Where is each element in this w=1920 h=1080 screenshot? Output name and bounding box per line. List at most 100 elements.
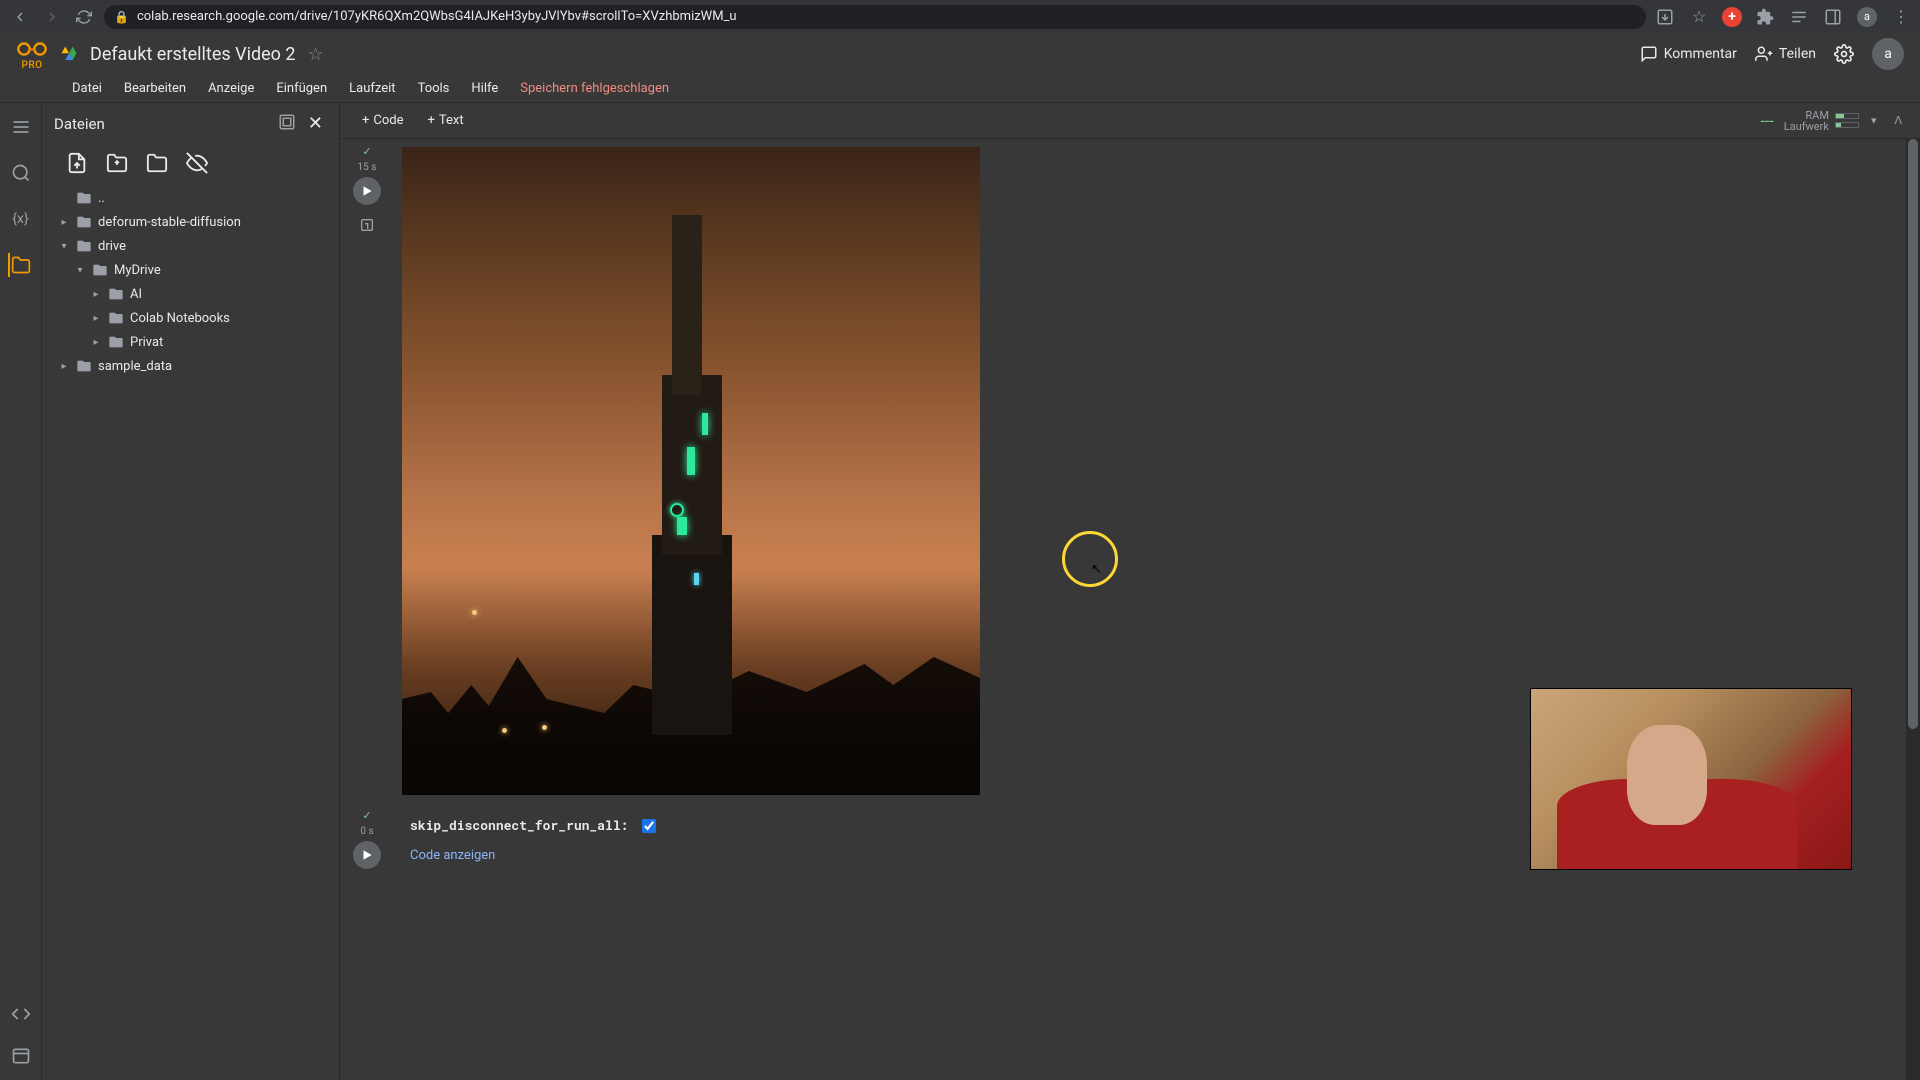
tree-row[interactable]: ..	[50, 186, 331, 210]
menu-tools[interactable]: Tools	[408, 77, 460, 100]
tree-row[interactable]: ▾ drive	[50, 234, 331, 258]
mount-drive-icon[interactable]	[146, 152, 168, 174]
lock-icon: 🔒	[114, 10, 129, 24]
ram-label: RAM	[1805, 110, 1829, 121]
browser-actions: ☆ + a ⋮	[1654, 6, 1912, 28]
menu-runtime[interactable]: Laufzeit	[339, 77, 405, 100]
tree-row[interactable]: ▸deforum-stable-diffusion	[50, 210, 331, 234]
run-cell-2-button[interactable]	[353, 841, 381, 869]
run-cell-1-button[interactable]	[353, 177, 381, 205]
resource-dropdown-icon[interactable]: ▾	[1865, 114, 1883, 127]
document-title[interactable]: Defaukt erstelltes Video 2	[90, 44, 296, 65]
menu-help[interactable]: Hilfe	[461, 77, 508, 100]
cell-1-time: 15 s	[358, 162, 377, 173]
resource-monitor[interactable]: --- RAM Laufwerk ▾ ᐱ	[1760, 110, 1908, 132]
tree-label: MyDrive	[114, 263, 161, 278]
chevron-down-icon[interactable]: ▾	[58, 241, 70, 252]
folder-icon	[108, 310, 124, 326]
tree-label: ..	[98, 191, 105, 206]
form-field-label: skip_disconnect_for_run_all:	[410, 816, 628, 834]
side-panel-icon[interactable]	[1822, 6, 1844, 28]
tree-label: AI	[130, 287, 142, 302]
tree-label: drive	[98, 239, 126, 254]
user-avatar[interactable]: a	[1872, 38, 1904, 70]
refresh-files-icon[interactable]	[106, 152, 128, 174]
collapse-header-icon[interactable]: ᐱ	[1888, 114, 1908, 127]
skip-disconnect-checkbox[interactable]	[642, 819, 656, 833]
search-icon[interactable]	[9, 161, 33, 185]
chevron-right-icon[interactable]: ▸	[58, 217, 70, 228]
chevron-right-icon[interactable]: ▸	[90, 289, 102, 300]
files-icon[interactable]	[8, 253, 32, 277]
chevron-right-icon[interactable]: ▸	[90, 337, 102, 348]
file-tree: .. ▸deforum-stable-diffusion ▾ drive ▾ MyDriv…	[42, 186, 339, 378]
folder-icon	[108, 334, 124, 350]
tree-row[interactable]: ▸ AI	[50, 282, 331, 306]
left-rail: {x}	[0, 103, 42, 1080]
terminal-icon[interactable]	[9, 1044, 33, 1068]
extensions-icon[interactable]	[1754, 6, 1776, 28]
colab-logo[interactable]: PRO	[16, 38, 48, 71]
tree-row[interactable]: ▸ sample_data	[50, 354, 331, 378]
menu-edit[interactable]: Bearbeiten	[114, 77, 196, 100]
folder-icon	[92, 262, 108, 278]
chevron-right-icon[interactable]: ▸	[90, 313, 102, 324]
tree-row[interactable]: ▸ Privat	[50, 330, 331, 354]
colab-header: PRO Defaukt erstelltes Video 2 ☆ Komment…	[0, 33, 1920, 75]
folder-icon	[76, 214, 92, 230]
toc-icon[interactable]	[9, 115, 33, 139]
chevron-right-icon[interactable]: ▸	[58, 361, 70, 372]
tree-row[interactable]: ▾ MyDrive	[50, 258, 331, 282]
browser-menu-icon[interactable]: ⋮	[1890, 6, 1912, 28]
comment-icon	[1640, 45, 1658, 63]
cell-1-output-image	[402, 147, 980, 795]
tree-label: Privat	[130, 335, 163, 350]
folder-icon	[76, 358, 92, 374]
chevron-down-icon[interactable]: ▾	[74, 265, 86, 276]
connection-status-icon: ---	[1760, 111, 1773, 130]
check-icon: ✓	[362, 145, 371, 158]
folder-icon	[76, 190, 92, 206]
share-button[interactable]: Teilen	[1755, 45, 1816, 63]
star-document-icon[interactable]: ☆	[308, 44, 324, 65]
notebook-scrollbar[interactable]	[1906, 139, 1920, 1080]
close-panel-icon[interactable]: ✕	[304, 113, 327, 134]
variables-icon[interactable]: {x}	[9, 207, 33, 231]
menu-view[interactable]: Anzeige	[198, 77, 264, 100]
forward-button[interactable]	[40, 5, 64, 29]
settings-button[interactable]	[1834, 44, 1854, 64]
comment-button[interactable]: Kommentar	[1640, 45, 1737, 63]
url-bar[interactable]: 🔒 colab.research.google.com/drive/107yKR…	[104, 5, 1646, 29]
scrollbar-thumb[interactable]	[1908, 139, 1918, 729]
folder-icon	[108, 286, 124, 302]
code-snippets-icon[interactable]	[9, 1002, 33, 1026]
show-code-link[interactable]: Code anzeigen	[410, 848, 495, 863]
add-text-button[interactable]: +Text	[418, 109, 474, 132]
file-panel-title: Dateien	[54, 115, 278, 133]
install-icon[interactable]	[1654, 6, 1676, 28]
reload-button[interactable]	[72, 5, 96, 29]
profile-avatar[interactable]: a	[1856, 6, 1878, 28]
menu-file[interactable]: Datei	[62, 77, 112, 100]
back-button[interactable]	[8, 5, 32, 29]
cell-output-toggle-icon[interactable]	[359, 217, 375, 233]
notebook-content[interactable]: ✓ 15 s	[340, 139, 1920, 1080]
tree-label: Colab Notebooks	[130, 311, 230, 326]
cell-1-status: ✓	[362, 145, 371, 158]
pro-badge: PRO	[21, 60, 42, 71]
star-icon[interactable]: ☆	[1688, 6, 1710, 28]
menu-insert[interactable]: Einfügen	[266, 77, 337, 100]
tree-row[interactable]: ▸ Colab Notebooks	[50, 306, 331, 330]
folder-icon	[76, 238, 92, 254]
new-window-icon[interactable]	[278, 113, 296, 134]
add-code-button[interactable]: +Code	[352, 109, 414, 132]
reading-list-icon[interactable]	[1788, 6, 1810, 28]
cell-2-status: ✓	[362, 809, 371, 822]
tree-label: sample_data	[98, 359, 172, 374]
drive-file-icon	[60, 45, 78, 63]
check-icon: ✓	[362, 809, 371, 822]
gear-icon	[1834, 44, 1854, 64]
extension-red-icon[interactable]: +	[1722, 7, 1742, 27]
toggle-hidden-icon[interactable]	[186, 152, 208, 174]
upload-icon[interactable]	[66, 152, 88, 174]
